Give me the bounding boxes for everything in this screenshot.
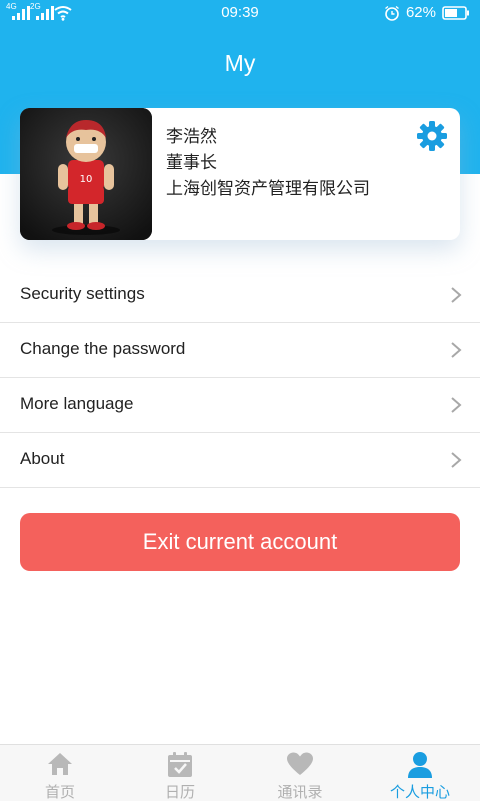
status-bar: 4G 2G 09:39 62% (0, 0, 480, 26)
tab-label: 日历 (164, 783, 195, 801)
tab-label: 个人中心 (389, 783, 450, 801)
tab-calendar[interactable]: 日历 (120, 745, 240, 801)
menu-item-change-password[interactable]: Change the password (0, 323, 480, 378)
tab-home[interactable]: 首页 (0, 745, 120, 801)
chevron-right-icon (451, 452, 462, 468)
menu-item-about[interactable]: About (0, 433, 480, 488)
battery-percent: 62% (405, 4, 436, 21)
tab-contacts[interactable]: 通讯录 (240, 745, 360, 801)
menu-item-label: Security settings (20, 284, 145, 303)
home-icon (48, 753, 72, 775)
menu-item-label: About (20, 449, 65, 468)
user-name: 李浩然 (166, 127, 217, 147)
user-company: 上海创智资产管理有限公司 (166, 179, 370, 199)
page-title: My (224, 50, 256, 76)
person-icon (408, 752, 432, 778)
exit-account-button[interactable]: Exit current account (20, 513, 460, 571)
gear-icon[interactable] (416, 120, 448, 152)
battery-icon (442, 5, 469, 20)
user-position: 董事长 (166, 153, 217, 173)
menu-item-label: Change the password (20, 339, 186, 358)
profile-card[interactable]: 10 李浩然 董事长 上海创智资产管理有限公司 (20, 108, 460, 240)
settings-menu: Security settings Change the password Mo… (0, 268, 480, 488)
menu-item-security-settings[interactable]: Security settings (0, 268, 480, 323)
svg-text:10: 10 (80, 174, 93, 185)
alarm-icon (385, 5, 399, 21)
heart-icon (287, 752, 313, 775)
profile-info: 李浩然 董事长 上海创智资产管理有限公司 (166, 124, 370, 202)
tab-profile[interactable]: 个人中心 (360, 745, 480, 801)
menu-item-label: More language (20, 394, 134, 413)
avatar[interactable]: 10 (20, 108, 152, 240)
bottom-tab-bar: 首页 日历 通讯录 个人中心 (0, 744, 480, 801)
tab-label: 通讯录 (277, 783, 323, 801)
tab-label: 首页 (44, 783, 75, 801)
chevron-right-icon (451, 397, 462, 413)
calendar-icon (168, 752, 192, 777)
chevron-right-icon (451, 342, 462, 358)
menu-item-more-language[interactable]: More language (0, 378, 480, 433)
chevron-right-icon (451, 287, 462, 303)
